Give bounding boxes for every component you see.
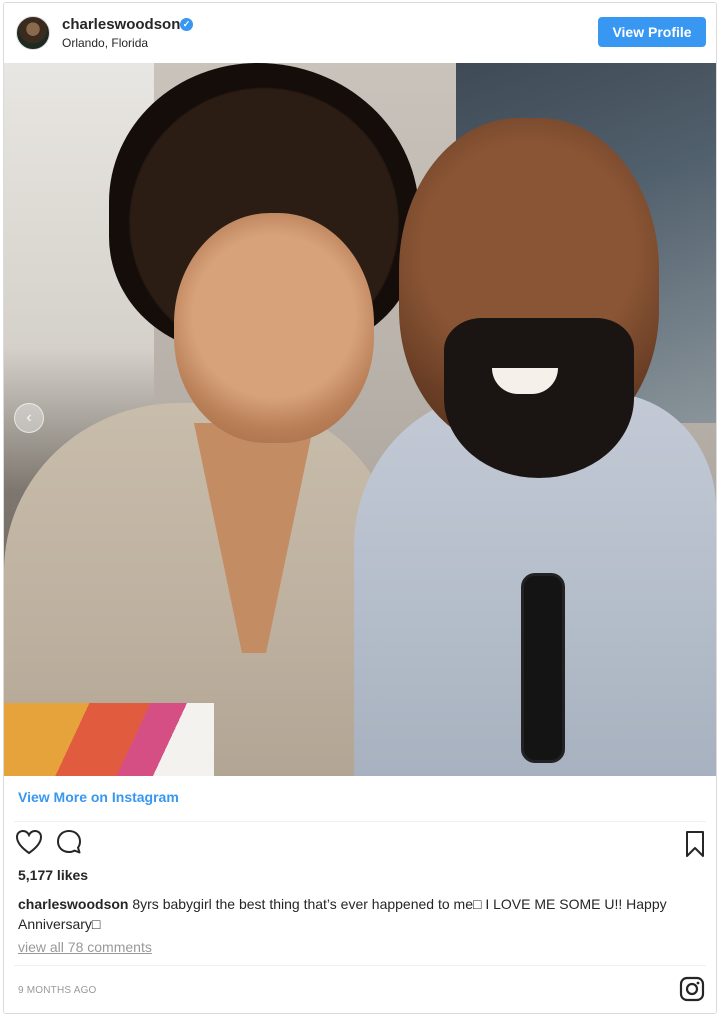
divider — [14, 821, 706, 822]
heart-icon[interactable] — [14, 827, 44, 857]
username[interactable]: charleswoodson — [62, 16, 180, 33]
photo-woman-face — [174, 213, 374, 443]
bookmark-icon[interactable] — [680, 829, 710, 859]
caption-username[interactable]: charleswoodson — [18, 896, 128, 912]
comment-icon[interactable] — [54, 827, 84, 857]
post-timestamp: 9 MONTHS AGO — [18, 985, 97, 996]
photo-man-beard — [444, 318, 634, 478]
instagram-embed-card: charleswoodson ✓ Orlando, Florida View P… — [3, 2, 717, 1014]
view-profile-button[interactable]: View Profile — [598, 17, 706, 47]
view-more-link[interactable]: View More on Instagram — [18, 789, 179, 805]
view-comments-link[interactable]: view all 78 comments — [18, 939, 152, 955]
avatar[interactable] — [16, 16, 50, 50]
location[interactable]: Orlando, Florida — [62, 36, 148, 50]
divider — [14, 965, 706, 966]
photo-colorful-menu — [4, 703, 214, 776]
post-photo[interactable]: ‹ — [4, 63, 716, 776]
photo-sunglasses — [521, 573, 565, 763]
carousel-prev-icon[interactable]: ‹ — [14, 403, 44, 433]
likes-count[interactable]: 5,177 likes — [18, 867, 88, 883]
verified-badge-icon: ✓ — [180, 18, 193, 31]
instagram-icon[interactable] — [678, 975, 708, 1005]
caption: charleswoodson 8yrs babygirl the best th… — [18, 894, 708, 934]
post-header: charleswoodson ✓ Orlando, Florida View P… — [4, 3, 716, 63]
